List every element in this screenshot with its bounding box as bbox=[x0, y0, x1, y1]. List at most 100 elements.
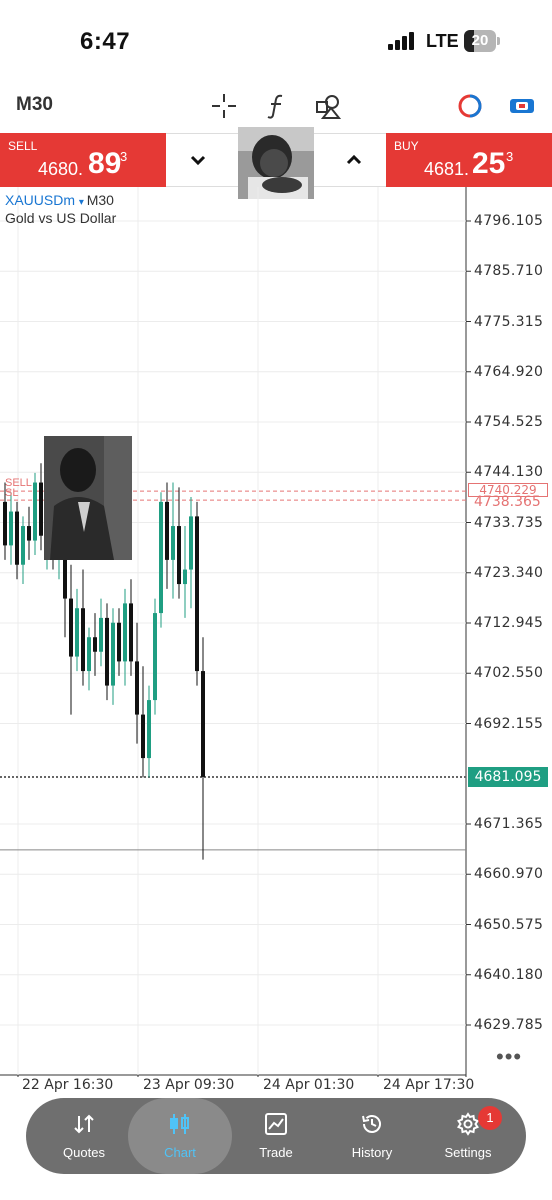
time-axis-label: 24 Apr 17:30 bbox=[383, 1077, 475, 1093]
nav-history[interactable]: History bbox=[324, 1098, 420, 1174]
candle-body bbox=[33, 482, 37, 541]
candle-body bbox=[3, 501, 7, 546]
price-axis-label: 4775.315 bbox=[474, 313, 544, 330]
sell-button[interactable]: SELL 4680. 89 3 bbox=[0, 133, 166, 187]
candle-body bbox=[165, 501, 169, 560]
objects-icon[interactable] bbox=[314, 92, 342, 120]
symbol-description: Gold vs US Dollar bbox=[5, 210, 117, 226]
chart-icon bbox=[170, 1114, 189, 1134]
nav-quotes[interactable]: Quotes bbox=[36, 1098, 132, 1174]
nav-trade[interactable]: Trade bbox=[228, 1098, 324, 1174]
price-axis-label: 4692.155 bbox=[474, 715, 544, 732]
network-label: LTE bbox=[426, 31, 459, 51]
candle-body bbox=[189, 516, 193, 570]
price-axis-label: 4671.365 bbox=[474, 816, 544, 832]
candle-body bbox=[183, 569, 187, 585]
buy-label: BUY bbox=[394, 139, 419, 153]
candle-body bbox=[177, 526, 181, 585]
decrease-volume-button[interactable] bbox=[186, 148, 210, 172]
symbol-timeframe: M30 bbox=[86, 192, 114, 208]
crosshair-icon[interactable] bbox=[210, 92, 238, 120]
candle-body bbox=[15, 511, 19, 565]
price-axis-label: 4660.970 bbox=[474, 866, 544, 883]
price-axis-label: 4796.105 bbox=[474, 213, 544, 229]
function-icon[interactable] bbox=[263, 92, 291, 120]
settings-icon bbox=[457, 1112, 479, 1136]
battery-icon: 20 bbox=[464, 30, 500, 52]
candle-body bbox=[81, 608, 85, 672]
candle-body bbox=[171, 526, 175, 560]
price-axis-label: 4712.945 bbox=[474, 615, 544, 631]
sell-price-prefix: 4680. bbox=[38, 159, 84, 179]
nav-trade-label: Trade bbox=[259, 1145, 293, 1160]
candle-body bbox=[75, 608, 79, 657]
sell-label: SELL bbox=[8, 139, 38, 153]
sell-price-pips: 89 bbox=[88, 147, 122, 180]
price-chart[interactable] bbox=[0, 187, 552, 1081]
price-axis-label: 4733.735 bbox=[474, 514, 544, 531]
candle-body bbox=[99, 617, 103, 652]
candle-body bbox=[195, 516, 199, 672]
buy-price-prefix: 4681. bbox=[424, 159, 470, 179]
price-axis-label: 4785.710 bbox=[474, 263, 544, 280]
time-axis-label: 24 Apr 01:30 bbox=[263, 1077, 355, 1093]
bottom-navigation: Quotes Chart Trade History Settings bbox=[26, 1098, 526, 1174]
settings-notification-badge: 1 bbox=[478, 1106, 502, 1130]
buy-price-pips: 25 bbox=[472, 147, 506, 180]
candle-body bbox=[201, 671, 205, 777]
candle-body bbox=[27, 526, 31, 541]
signal-icon bbox=[388, 32, 418, 50]
price-axis-label: 4744.130 bbox=[474, 464, 544, 481]
sell-price-level: 4738.365 bbox=[474, 494, 541, 510]
candle-body bbox=[111, 622, 115, 686]
price-axis-label: 4629.785 bbox=[474, 1017, 544, 1033]
buy-price-point: 3 bbox=[506, 149, 514, 164]
candle-body bbox=[117, 622, 121, 662]
time-axis-label: 22 Apr 16:30 bbox=[22, 1077, 114, 1093]
account-icon[interactable] bbox=[508, 92, 536, 120]
nav-chart[interactable]: Chart bbox=[128, 1098, 232, 1174]
man-photo bbox=[44, 436, 132, 560]
status-bar: 6:47 LTE 20 bbox=[0, 0, 552, 80]
battery-level: 20 bbox=[471, 32, 489, 49]
candle-body bbox=[153, 613, 157, 701]
candle-body bbox=[105, 617, 109, 686]
more-options-icon[interactable]: ••• bbox=[496, 1044, 522, 1070]
symbol-name[interactable]: XAUUSDm bbox=[5, 192, 75, 208]
time-axis-label: 23 Apr 09:30 bbox=[143, 1077, 235, 1093]
buy-button[interactable]: BUY 4681. 25 3 bbox=[386, 133, 552, 187]
history-icon bbox=[362, 1115, 381, 1133]
quotes-icon bbox=[74, 1114, 94, 1134]
price-axis-label: 4764.920 bbox=[474, 363, 544, 380]
nav-settings-label: Settings bbox=[444, 1145, 492, 1160]
timeframe-selector[interactable]: M30 bbox=[16, 94, 53, 116]
candle-body bbox=[87, 637, 91, 672]
candle-body bbox=[69, 598, 73, 657]
current-price-tag: 4681.095 bbox=[468, 767, 548, 787]
nav-history-label: History bbox=[351, 1145, 393, 1160]
candle-body bbox=[123, 603, 127, 662]
candle-body bbox=[21, 526, 25, 565]
candle-body bbox=[9, 511, 13, 546]
price-axis-label: 4640.180 bbox=[474, 966, 544, 983]
sell-price-point: 3 bbox=[120, 149, 128, 164]
increase-volume-button[interactable] bbox=[342, 148, 366, 172]
nav-settings[interactable]: Settings bbox=[420, 1098, 516, 1174]
trade-icon bbox=[265, 1113, 287, 1135]
price-axis-label: 4702.550 bbox=[474, 665, 544, 682]
status-time: 6:47 bbox=[80, 28, 131, 55]
nav-chart-label: Chart bbox=[164, 1145, 196, 1160]
price-axis-label: 4723.340 bbox=[474, 564, 544, 581]
candle-body bbox=[159, 501, 163, 614]
chart-toolbar: M30 bbox=[0, 84, 552, 128]
candle-body bbox=[39, 482, 43, 536]
candlestick-chart[interactable] bbox=[0, 187, 552, 1081]
price-axis-label: 4754.525 bbox=[474, 414, 544, 430]
candle-body bbox=[129, 603, 133, 662]
candle-body bbox=[93, 637, 97, 652]
candle-body bbox=[135, 661, 139, 715]
color-scheme-icon[interactable] bbox=[456, 92, 484, 120]
nav-quotes-label: Quotes bbox=[63, 1145, 105, 1160]
candle-body bbox=[147, 700, 151, 759]
candle-body bbox=[141, 714, 145, 759]
